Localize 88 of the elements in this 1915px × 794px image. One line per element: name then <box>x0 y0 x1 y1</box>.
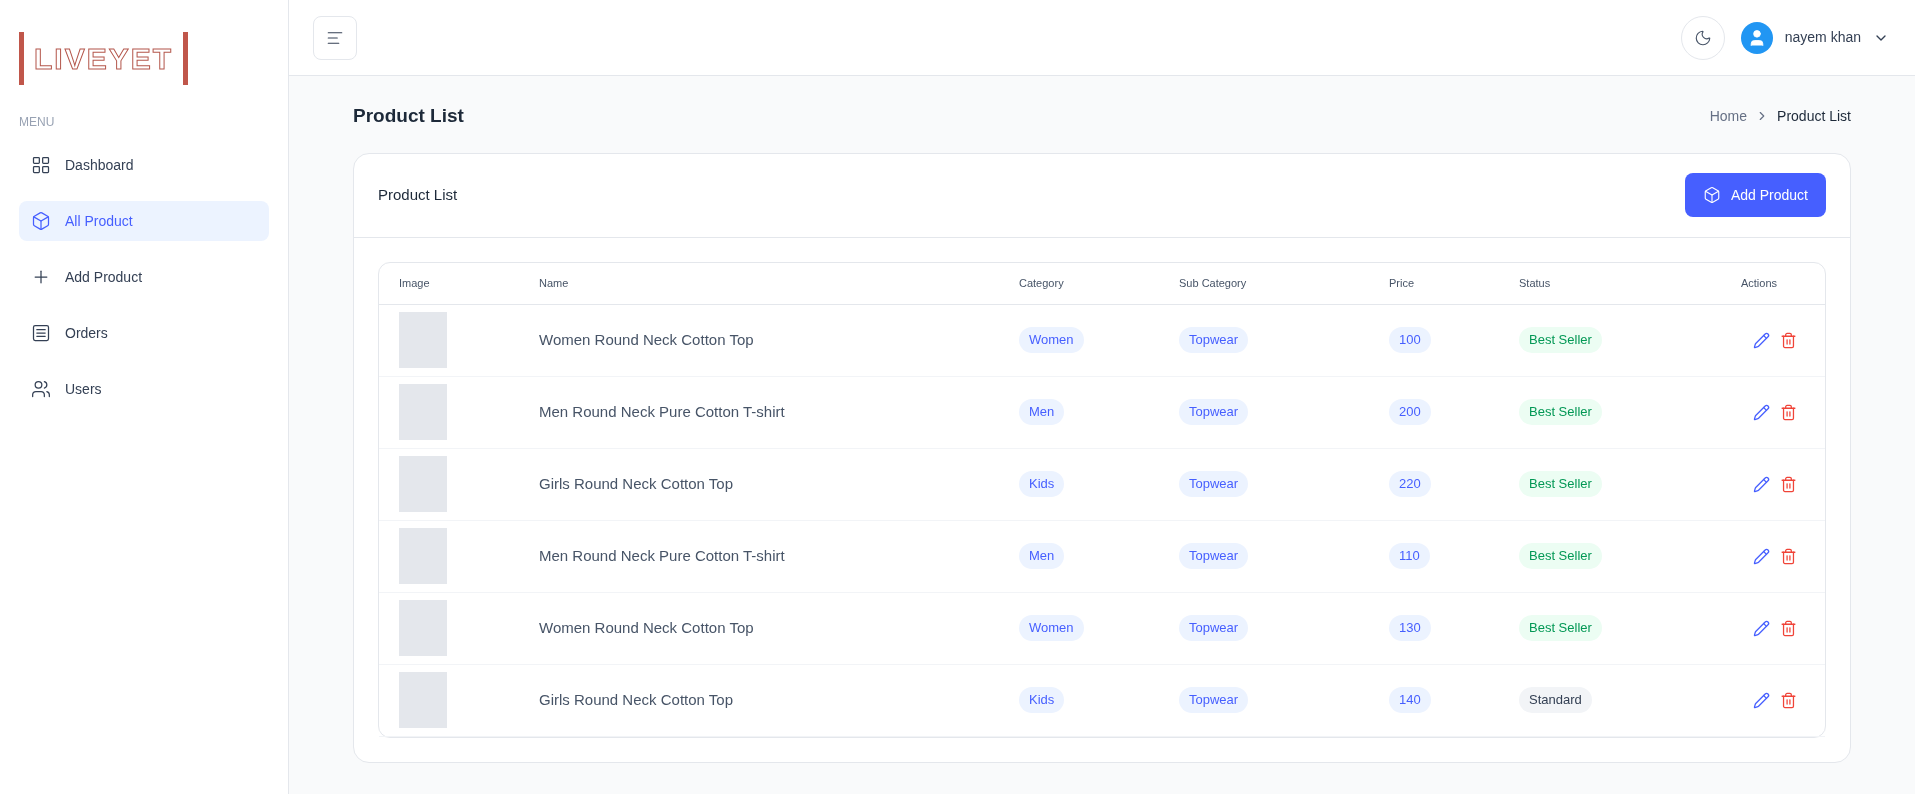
delete-button[interactable] <box>1780 403 1797 421</box>
trash-icon <box>1780 331 1797 349</box>
column-header: Price <box>1389 275 1416 291</box>
subcategory-tag: Topwear <box>1179 543 1249 569</box>
category-tag: Men <box>1019 399 1065 425</box>
trash-icon <box>1780 691 1797 709</box>
delete-button[interactable] <box>1780 619 1797 637</box>
page-title: Product List <box>353 104 464 128</box>
status-tag: Standard <box>1519 687 1592 713</box>
edit-button[interactable] <box>1753 619 1770 637</box>
column-header: Sub Category <box>1179 275 1248 291</box>
status-tag: Best Seller <box>1519 327 1602 353</box>
card-title: Product List <box>378 184 458 205</box>
pencil-icon <box>1753 619 1770 637</box>
price-tag: 110 <box>1389 543 1430 569</box>
moon-icon <box>1693 28 1712 47</box>
grid-icon <box>31 155 51 175</box>
logo: LIVEYET <box>19 32 189 85</box>
product-name: Men Round Neck Pure Cotton T-shirt <box>539 545 786 566</box>
trash-icon <box>1780 547 1797 565</box>
trash-icon <box>1780 403 1797 421</box>
subcategory-tag: Topwear <box>1179 615 1249 641</box>
menu-button[interactable] <box>313 15 357 60</box>
price-tag: 130 <box>1389 615 1431 641</box>
photo-placeholder <box>399 456 447 512</box>
delete-button[interactable] <box>1780 475 1797 493</box>
add-product-button[interactable]: Add Product <box>1684 173 1826 217</box>
edit-button[interactable] <box>1753 403 1770 421</box>
sidebar-item[interactable]: Users <box>19 369 269 409</box>
users-icon <box>31 379 51 399</box>
photo-placeholder <box>399 528 447 584</box>
pencil-icon <box>1753 331 1770 349</box>
photo-placeholder <box>399 600 447 656</box>
price-tag: 220 <box>1389 471 1431 497</box>
edit-button[interactable] <box>1753 691 1770 709</box>
edit-button[interactable] <box>1753 475 1770 493</box>
product-name: Women Round Neck Cotton Top <box>539 617 755 638</box>
subcategory-tag: Topwear <box>1179 471 1249 497</box>
sidebar-item[interactable]: Dashboard <box>19 145 269 185</box>
category-tag: Women <box>1019 615 1084 641</box>
category-tag: Men <box>1019 543 1065 569</box>
avatar-icon <box>1740 21 1773 54</box>
status-tag: Best Seller <box>1519 399 1602 425</box>
category-tag: Women <box>1019 327 1084 353</box>
price-tag: 200 <box>1389 399 1431 425</box>
price-tag: 100 <box>1389 327 1431 353</box>
subcategory-tag: Topwear <box>1179 687 1249 713</box>
photo-placeholder <box>399 672 447 728</box>
menu-heading: MENU <box>19 114 56 131</box>
product-name: Girls Round Neck Cotton Top <box>539 689 734 710</box>
photo-placeholder <box>399 312 447 368</box>
status-tag: Best Seller <box>1519 543 1602 569</box>
subcategory-tag: Topwear <box>1179 399 1249 425</box>
price-tag: 140 <box>1389 687 1431 713</box>
delete-button[interactable] <box>1780 331 1797 349</box>
delete-button[interactable] <box>1780 691 1797 709</box>
pencil-icon <box>1753 547 1770 565</box>
trash-icon <box>1780 475 1797 493</box>
status-tag: Best Seller <box>1519 471 1602 497</box>
product-name: Girls Round Neck Cotton Top <box>539 473 734 494</box>
cube-icon <box>1702 186 1721 204</box>
edit-button[interactable] <box>1753 547 1770 565</box>
product-name: Men Round Neck Pure Cotton T-shirt <box>539 401 786 422</box>
sidebar-item[interactable]: All Product <box>19 201 269 241</box>
trash-icon <box>1780 619 1797 637</box>
column-header: Status <box>1519 275 1552 291</box>
subcategory-tag: Topwear <box>1179 327 1249 353</box>
user-menu-button[interactable]: nayem khan <box>1740 21 1889 54</box>
edit-button[interactable] <box>1753 331 1770 349</box>
pencil-icon <box>1753 403 1770 421</box>
sidebar-item[interactable]: Orders <box>19 313 269 353</box>
list-icon <box>31 323 51 343</box>
pencil-icon <box>1753 691 1770 709</box>
pencil-icon <box>1753 475 1770 493</box>
column-header: Category <box>1019 275 1065 291</box>
sidebar-item[interactable]: Add Product <box>19 257 269 297</box>
delete-button[interactable] <box>1780 547 1797 565</box>
column-header: Actions <box>1740 275 1777 291</box>
photo-placeholder <box>399 384 447 440</box>
category-tag: Kids <box>1019 471 1065 497</box>
product-name: Women Round Neck Cotton Top <box>539 329 755 350</box>
column-header: Image <box>399 275 431 291</box>
breadcrumb-link[interactable]: Home <box>1709 105 1748 127</box>
breadcrumb-current: Product List <box>1777 106 1851 126</box>
cube-icon <box>31 211 51 231</box>
status-tag: Best Seller <box>1519 615 1602 641</box>
category-tag: Kids <box>1019 687 1065 713</box>
column-header: Name <box>539 275 570 291</box>
